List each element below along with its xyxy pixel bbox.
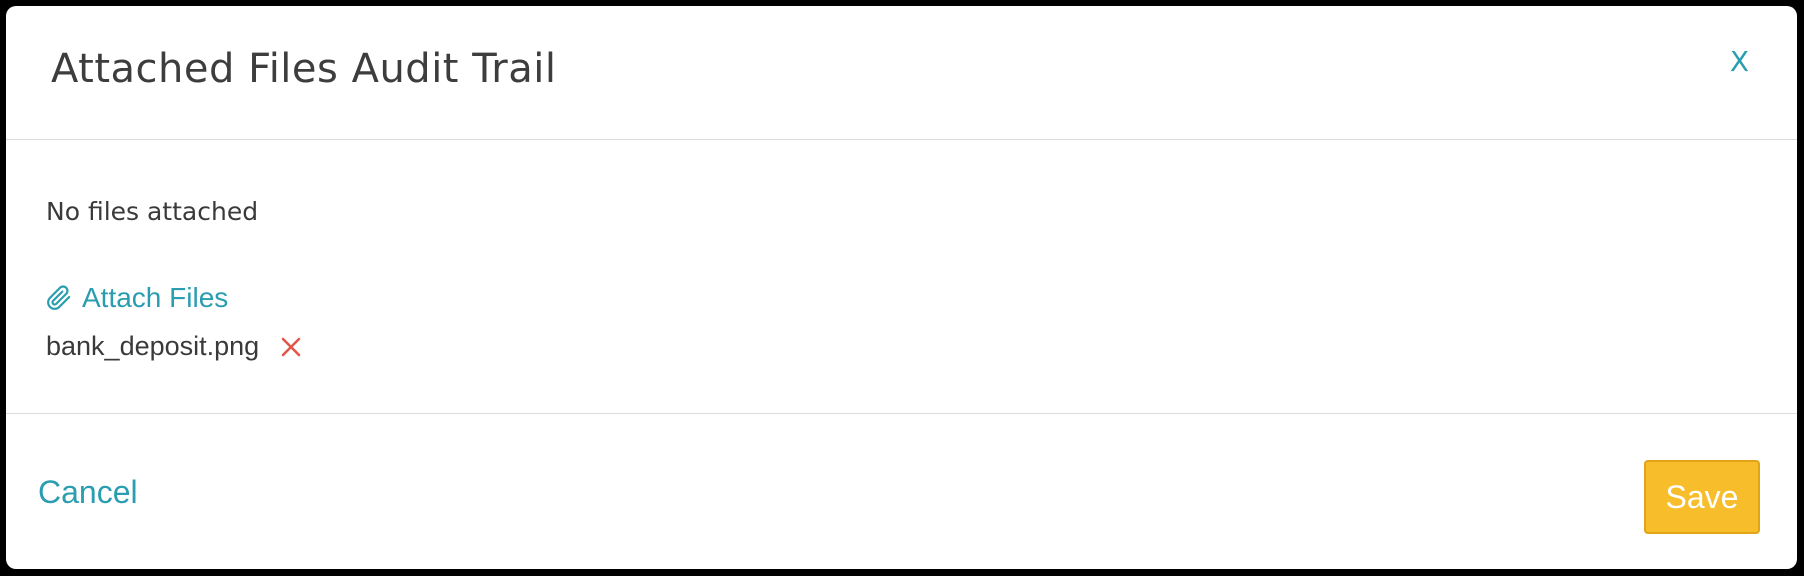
- dialog-header: Attached Files Audit Trail X: [6, 6, 1797, 140]
- attach-files-label: Attach Files: [82, 282, 229, 313]
- dialog-footer: Cancel Save: [6, 414, 1797, 569]
- paperclip-icon: [47, 285, 71, 310]
- save-button[interactable]: Save: [1644, 460, 1760, 534]
- attached-file-item: bank_deposit.png: [46, 331, 303, 362]
- close-button[interactable]: X: [1730, 48, 1749, 76]
- attached-files-dialog: Attached Files Audit Trail X No files at…: [6, 6, 1797, 569]
- dialog-title: Attached Files Audit Trail: [51, 46, 557, 92]
- empty-files-message: No files attached: [46, 197, 259, 226]
- attached-file-name: bank_deposit.png: [46, 331, 260, 361]
- dialog-body: No files attached Attach Files bank_depo…: [6, 140, 1797, 414]
- attach-files-link[interactable]: Attach Files: [46, 282, 228, 314]
- remove-file-icon[interactable]: [279, 335, 303, 359]
- cancel-button[interactable]: Cancel: [38, 474, 138, 511]
